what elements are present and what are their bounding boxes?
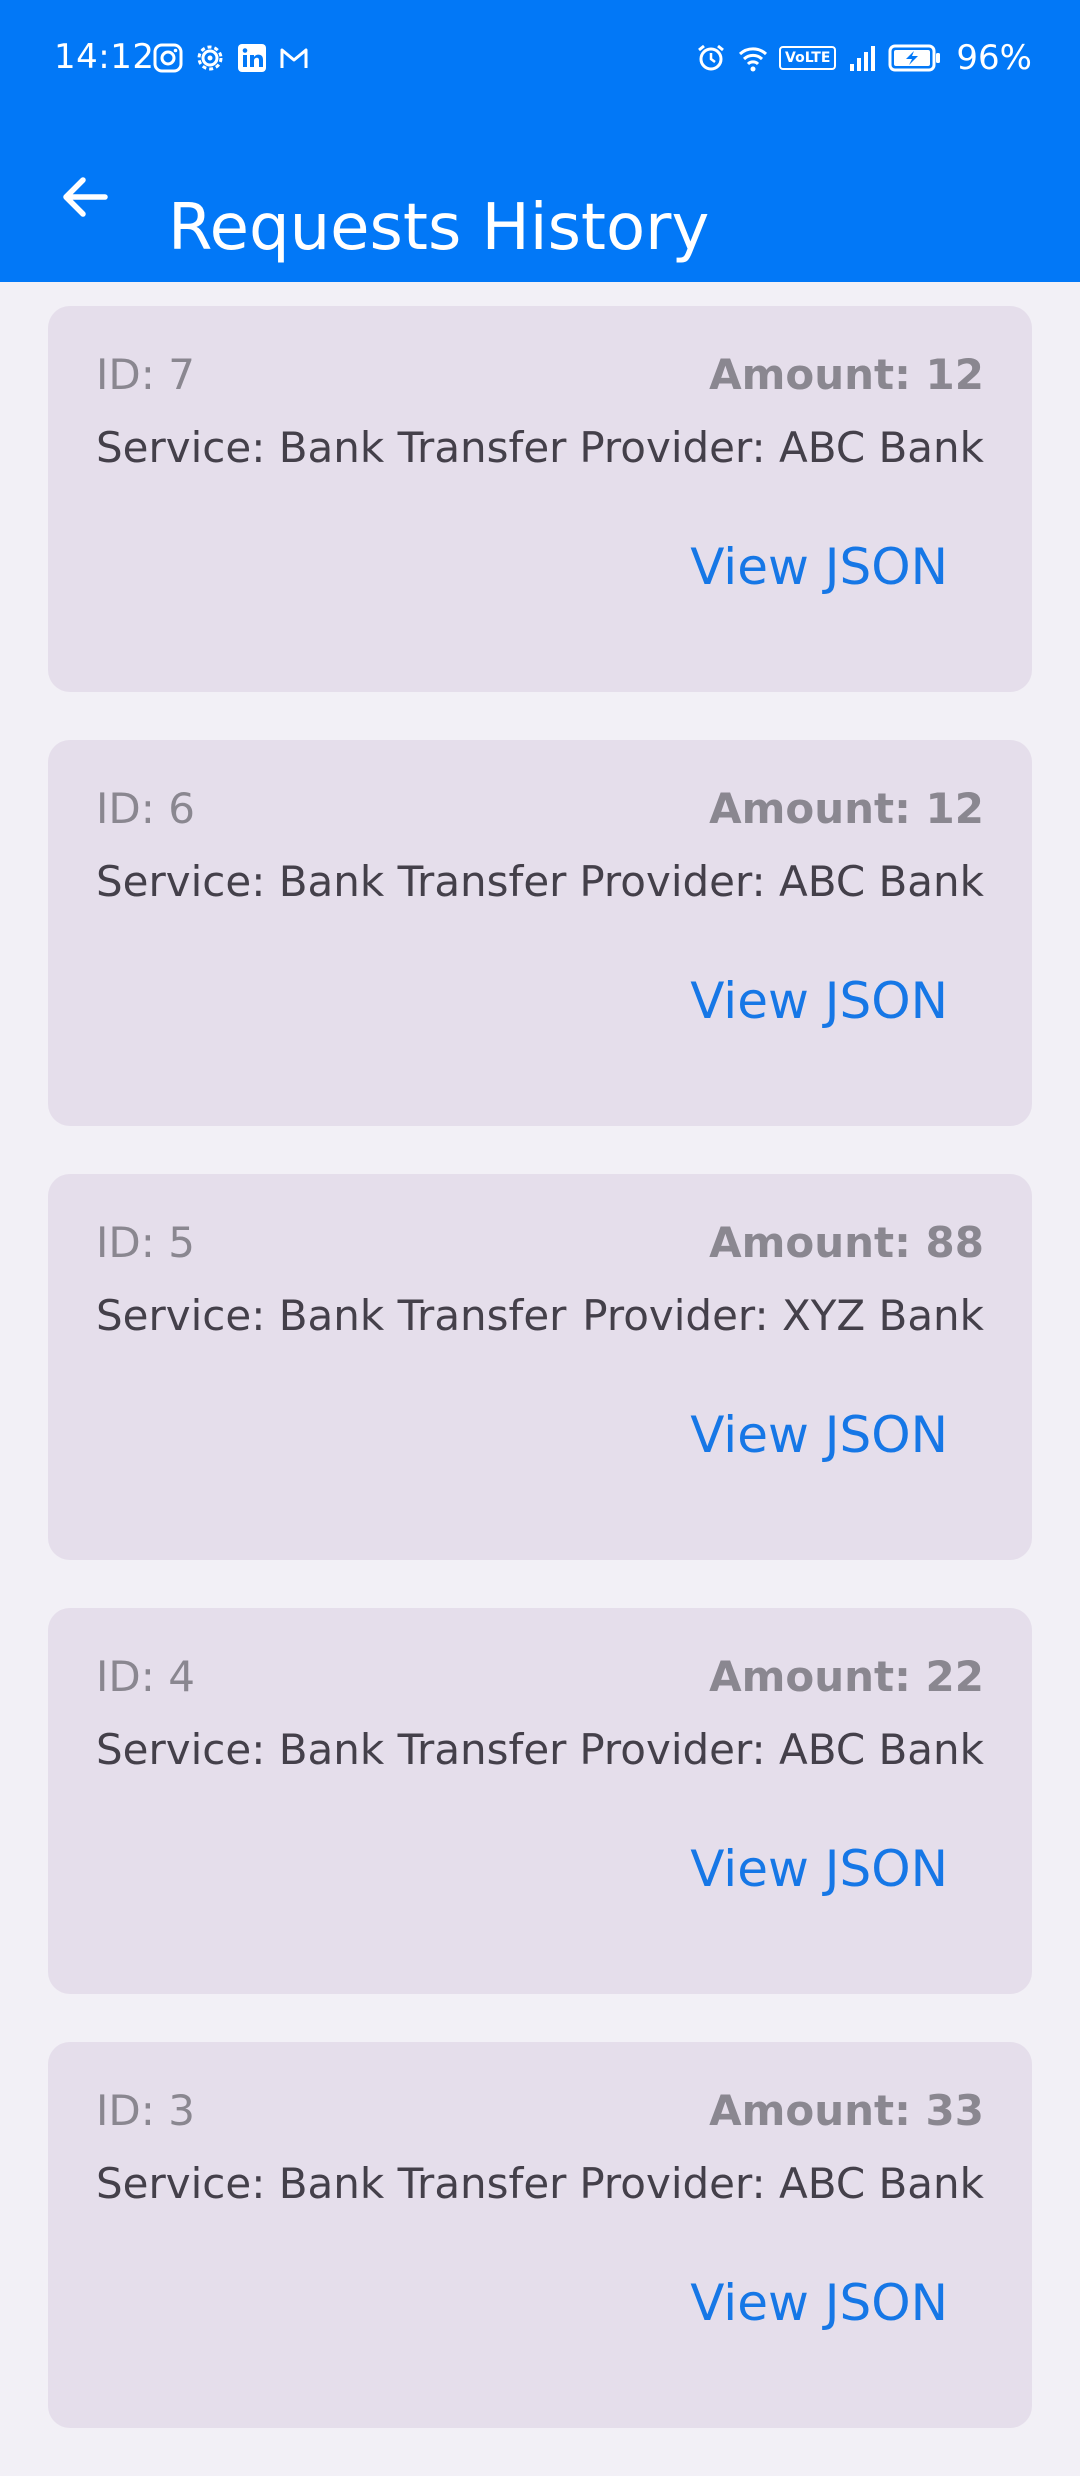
view-json-button[interactable]: View JSON xyxy=(690,972,948,1030)
request-provider: Provider: ABC Bank xyxy=(579,2159,984,2208)
request-service: Service: Bank Transfer xyxy=(96,423,567,472)
request-provider: Provider: ABC Bank xyxy=(579,1725,984,1774)
request-card: ID: 5 Amount: 88 Service: Bank Transfer … xyxy=(48,1174,1032,1560)
request-amount: Amount: 88 xyxy=(709,1218,984,1267)
request-provider: Provider: XYZ Bank xyxy=(582,1291,984,1340)
request-provider: Provider: ABC Bank xyxy=(579,423,984,472)
request-service: Service: Bank Transfer xyxy=(96,857,567,906)
back-button[interactable] xyxy=(40,152,130,242)
request-service: Service: Bank Transfer xyxy=(96,1725,567,1774)
request-service: Service: Bank Transfer xyxy=(96,2159,567,2208)
linkedin-icon xyxy=(238,44,266,72)
request-amount: Amount: 12 xyxy=(709,784,984,833)
view-json-button[interactable]: View JSON xyxy=(690,1840,948,1898)
signal-icon xyxy=(850,46,876,71)
view-json-button[interactable]: View JSON xyxy=(690,538,948,596)
request-provider: Provider: ABC Bank xyxy=(579,857,984,906)
request-amount: Amount: 33 xyxy=(709,2086,984,2135)
notification-icons xyxy=(152,42,310,74)
wifi-icon xyxy=(738,47,768,72)
instagram-icon xyxy=(153,43,183,73)
request-id: ID: 4 xyxy=(96,1652,195,1701)
request-card: ID: 6 Amount: 12 Service: Bank Transfer … xyxy=(48,740,1032,1126)
page-title: Requests History xyxy=(168,190,710,265)
alarm-icon xyxy=(698,44,724,71)
settings-gear-icon xyxy=(197,45,223,71)
request-id: ID: 7 xyxy=(96,350,195,399)
request-card: ID: 3 Amount: 33 Service: Bank Transfer … xyxy=(48,2042,1032,2428)
status-time: 14:12 xyxy=(54,37,155,77)
app-bar: 14:12 VoLTE 96% Requests History xyxy=(0,0,1080,282)
battery-charging-icon xyxy=(888,44,941,72)
toolbar: Requests History xyxy=(0,118,1080,282)
battery-percent: 96% xyxy=(956,38,1032,78)
gmail-icon xyxy=(280,48,308,68)
view-json-button[interactable]: View JSON xyxy=(690,1406,948,1464)
request-card: ID: 4 Amount: 22 Service: Bank Transfer … xyxy=(48,1608,1032,1994)
request-id: ID: 6 xyxy=(96,784,195,833)
requests-list[interactable]: ID: 7 Amount: 12 Service: Bank Transfer … xyxy=(48,306,1032,2476)
request-amount: Amount: 22 xyxy=(709,1652,984,1701)
status-bar: 14:12 VoLTE 96% xyxy=(0,0,1080,118)
request-id: ID: 5 xyxy=(96,1218,195,1267)
system-status-icons: VoLTE 96% xyxy=(695,38,1032,78)
view-json-button[interactable]: View JSON xyxy=(690,2274,948,2332)
volte-icon: VoLTE xyxy=(779,46,837,70)
request-card: ID: 7 Amount: 12 Service: Bank Transfer … xyxy=(48,306,1032,692)
request-amount: Amount: 12 xyxy=(709,350,984,399)
arrow-back-icon xyxy=(63,177,108,217)
request-service: Service: Bank Transfer xyxy=(96,1291,567,1340)
request-id: ID: 3 xyxy=(96,2086,195,2135)
